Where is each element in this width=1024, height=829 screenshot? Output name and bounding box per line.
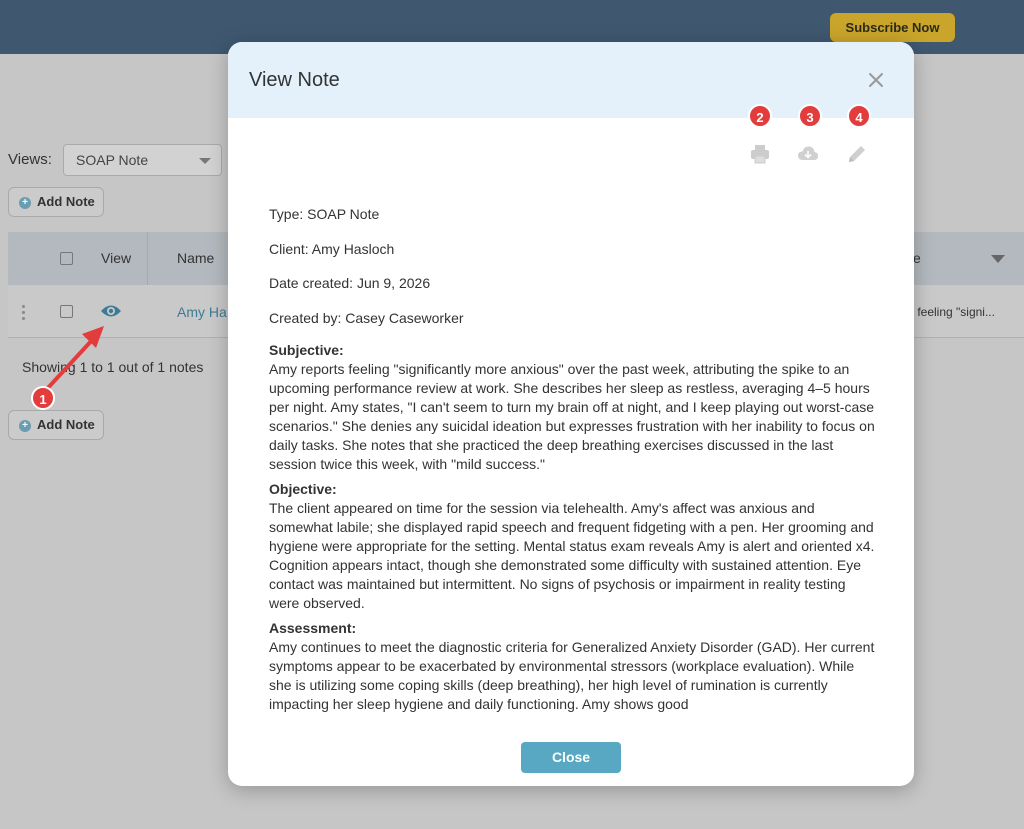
chevron-down-icon [199,158,211,164]
section-title-subjective: Subjective: [269,341,344,358]
pencil-icon[interactable] [846,143,868,165]
section-text-subjective: Amy reports feeling "significantly more … [269,360,875,472]
annotation-badge-4: 4 [847,104,871,128]
row-summary: s feeling "signi... [908,305,995,319]
section-title-objective: Objective: [269,480,337,497]
close-button[interactable]: Close [521,742,621,773]
section-text-objective: The client appeared on time for the sess… [269,499,875,611]
header-last: e [913,250,921,266]
note-body: Type: SOAP Note Client: Amy Hasloch Date… [269,205,875,715]
chevron-down-icon[interactable] [991,255,1005,263]
note-client: Client: Amy Hasloch [269,240,395,257]
row-client-name[interactable]: Amy Ha [177,304,227,320]
section-title-assessment: Assessment: [269,619,357,636]
print-icon[interactable] [749,143,771,165]
annotation-badge-1: 1 [31,386,55,410]
note-date: Date created: Jun 9, 2026 [269,275,431,291]
annotation-badge-2: 2 [748,104,772,128]
plus-icon: + [19,420,31,432]
section-text-assessment: Amy continues to meet the diagnostic cri… [269,638,875,712]
view-note-modal: View Note 2 3 4 Type: SOAP Note Client: … [228,42,914,786]
cloud-download-icon[interactable] [797,143,819,165]
note-author: Created by: Casey Caseworker [269,309,464,326]
modal-title: View Note [249,69,340,91]
note-type: Type: SOAP Note [269,206,380,222]
annotation-badge-3: 3 [798,104,822,128]
header-name[interactable]: Name [177,250,214,266]
subscribe-button[interactable]: Subscribe Now [830,13,955,42]
close-icon[interactable] [866,70,886,90]
annotation-arrow [44,326,104,392]
